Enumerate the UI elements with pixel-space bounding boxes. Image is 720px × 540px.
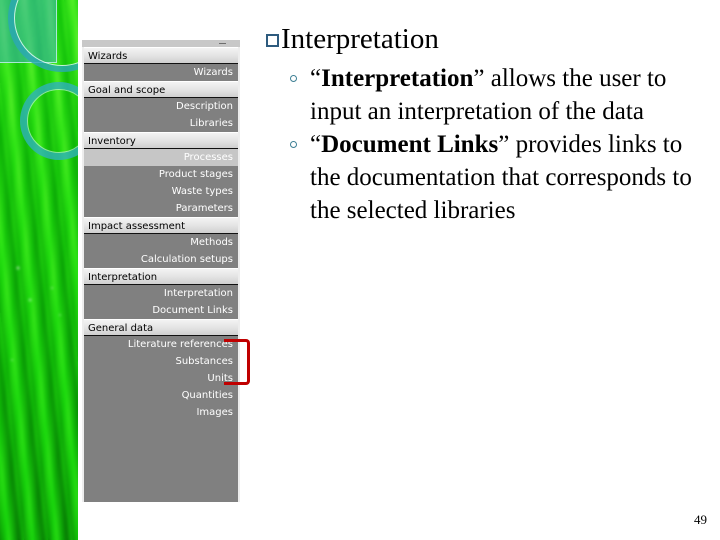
nav-group-header[interactable]: Interpretation xyxy=(84,268,238,285)
nav-group-header[interactable]: General data xyxy=(84,319,238,336)
nav-item[interactable]: Libraries xyxy=(84,115,238,132)
hollow-circle-bullet-icon xyxy=(290,75,297,82)
nav-group-header[interactable]: Impact assessment xyxy=(84,217,238,234)
nav-item[interactable]: Description xyxy=(84,98,238,115)
nav-item[interactable]: Document Links xyxy=(84,302,238,319)
nav-item[interactable]: Parameters xyxy=(84,200,238,217)
close-quote: ” xyxy=(498,131,510,158)
nav-group: Interpretation Interpretation Document Lin… xyxy=(84,268,238,319)
nav-item[interactable]: Waste types xyxy=(84,183,238,200)
minimize-dash-icon xyxy=(219,43,226,44)
grass-decoration-image xyxy=(0,0,78,540)
slide-content: Interpretation “Interpretation” allows t… xyxy=(266,22,706,227)
page-number: 49 xyxy=(694,512,707,527)
bullet-item: “Interpretation” allows the user to inpu… xyxy=(266,62,706,128)
nav-item[interactable]: Wizards xyxy=(84,64,238,81)
nav-item[interactable]: Literature references xyxy=(84,336,238,353)
nav-item[interactable]: Processes xyxy=(84,149,238,166)
nav-group: General data Literature references Substan… xyxy=(84,319,238,421)
open-quote: “ xyxy=(310,65,322,92)
hollow-circle-bullet-icon xyxy=(290,141,297,148)
bullet-keyword: Interpretation xyxy=(321,65,474,92)
nav-item[interactable]: Calculation setups xyxy=(84,251,238,268)
open-quote: “ xyxy=(310,131,322,158)
nav-item[interactable]: Interpretation xyxy=(84,285,238,302)
square-bullet-icon xyxy=(266,34,279,47)
nav-group: Inventory Processes Product stages Waste ty… xyxy=(84,132,238,217)
nav-group: Impact assessment Methods Calculation setu… xyxy=(84,217,238,268)
bullet-keyword: Document Links xyxy=(321,131,499,158)
nav-item[interactable]: Methods xyxy=(84,234,238,251)
page-title: Interpretation xyxy=(266,22,706,56)
page-title-text: Interpretation xyxy=(281,23,439,55)
nav-item[interactable]: Substances xyxy=(84,353,238,370)
navigation-panel[interactable]: Wizards Wizards Goal and scope Description L… xyxy=(82,47,240,502)
bullet-item: “Document Links” provides links to the d… xyxy=(266,128,706,227)
close-quote: ” xyxy=(473,65,485,92)
nav-group: Goal and scope Description Libraries xyxy=(84,81,238,132)
nav-group-header[interactable]: Inventory xyxy=(84,132,238,149)
nav-group-header[interactable]: Wizards xyxy=(84,47,238,64)
app-screenshot: Wizards Wizards Goal and scope Description L… xyxy=(82,40,240,502)
nav-item[interactable]: Product stages xyxy=(84,166,238,183)
bullet-list: “Interpretation” allows the user to inpu… xyxy=(266,62,706,227)
nav-item[interactable]: Quantities xyxy=(84,387,238,404)
grass-blur-overlay xyxy=(0,0,78,540)
nav-item[interactable]: Images xyxy=(84,404,238,421)
nav-group: Wizards Wizards xyxy=(84,47,238,81)
nav-group-header[interactable]: Goal and scope xyxy=(84,81,238,98)
nav-item[interactable]: Units xyxy=(84,370,238,387)
